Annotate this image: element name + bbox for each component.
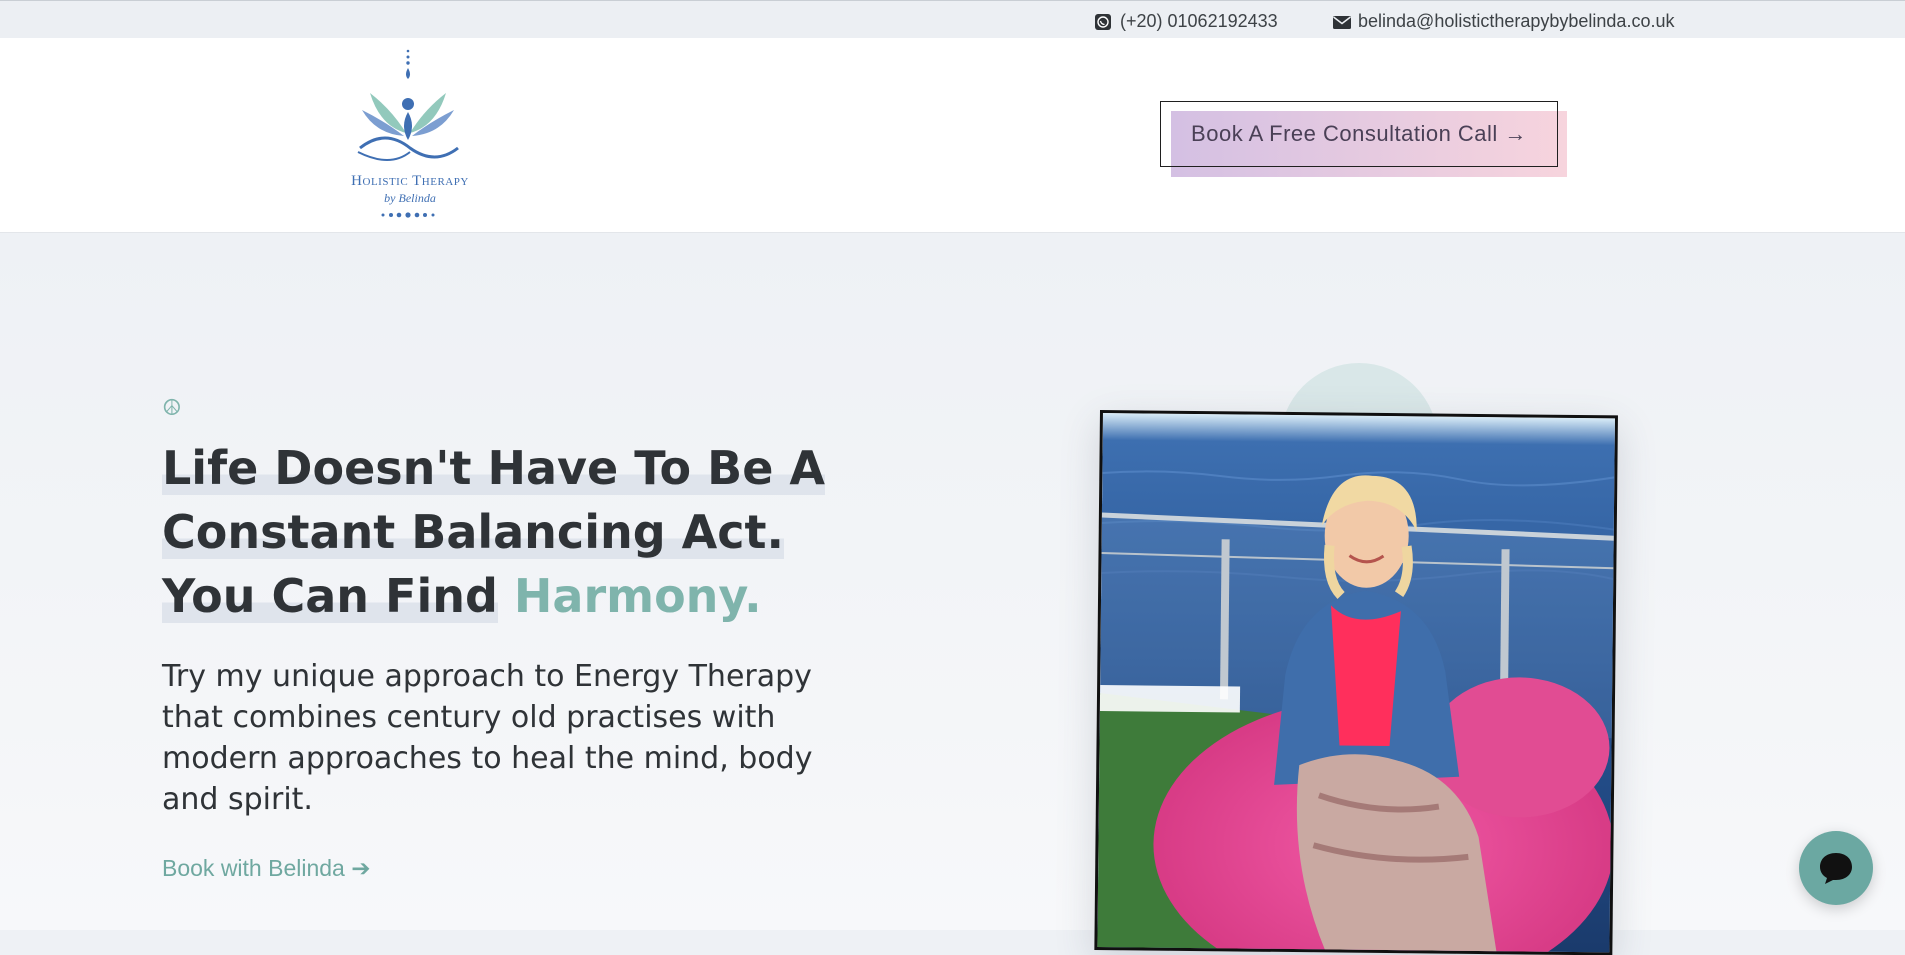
- phone-contact[interactable]: (+20) 01062192433: [1094, 11, 1278, 32]
- phone-number[interactable]: (+20) 01062192433: [1120, 11, 1278, 32]
- logo-subtitle: by Belinda: [384, 191, 436, 205]
- envelope-icon: [1332, 13, 1351, 31]
- consultation-cta: Book A Free Consultation Call →: [1160, 101, 1570, 181]
- hero-subtext: Try my unique approach to Energy Therapy…: [162, 659, 813, 817]
- chat-widget-button[interactable]: [1799, 831, 1873, 905]
- book-link-label: Book with Belinda: [162, 855, 345, 881]
- lotus-logo-icon: [357, 49, 459, 161]
- headline-line-1: Life Doesn't Have To Be A: [162, 441, 826, 495]
- top-contact-bar: (+20) 01062192433 belinda@holistictherap…: [0, 0, 1905, 39]
- headline-accent: Harmony.: [513, 569, 762, 623]
- site-logo[interactable]: Holistic Therapy by Belinda: [340, 48, 480, 218]
- book-with-belinda-link[interactable]: Book with Belinda ➔: [162, 855, 371, 882]
- book-consultation-button[interactable]: Book A Free Consultation Call →: [1160, 101, 1558, 167]
- belinda-photo: [1094, 410, 1618, 955]
- headline-line-3: You Can Find: [162, 569, 498, 623]
- whatsapp-icon: [1094, 13, 1112, 31]
- email-address[interactable]: belinda@holistictherapybybelinda.co.uk: [1358, 11, 1674, 32]
- peace-icon: ☮: [162, 396, 182, 421]
- headline-line-2: Constant Balancing Act.: [162, 505, 784, 559]
- logo-title: Holistic Therapy: [351, 173, 469, 189]
- arrow-right-icon: ➔: [351, 855, 371, 881]
- site-header: Holistic Therapy by Belinda Book A Free …: [0, 38, 1905, 233]
- email-contact[interactable]: belinda@holistictherapybybelinda.co.uk: [1332, 11, 1674, 32]
- chat-bubble-icon: [1820, 853, 1852, 884]
- logo-dots-icon: [381, 212, 435, 218]
- hero-headline: Life Doesn't Have To Be A Constant Balan…: [162, 436, 882, 628]
- portrait-image: [1097, 413, 1618, 955]
